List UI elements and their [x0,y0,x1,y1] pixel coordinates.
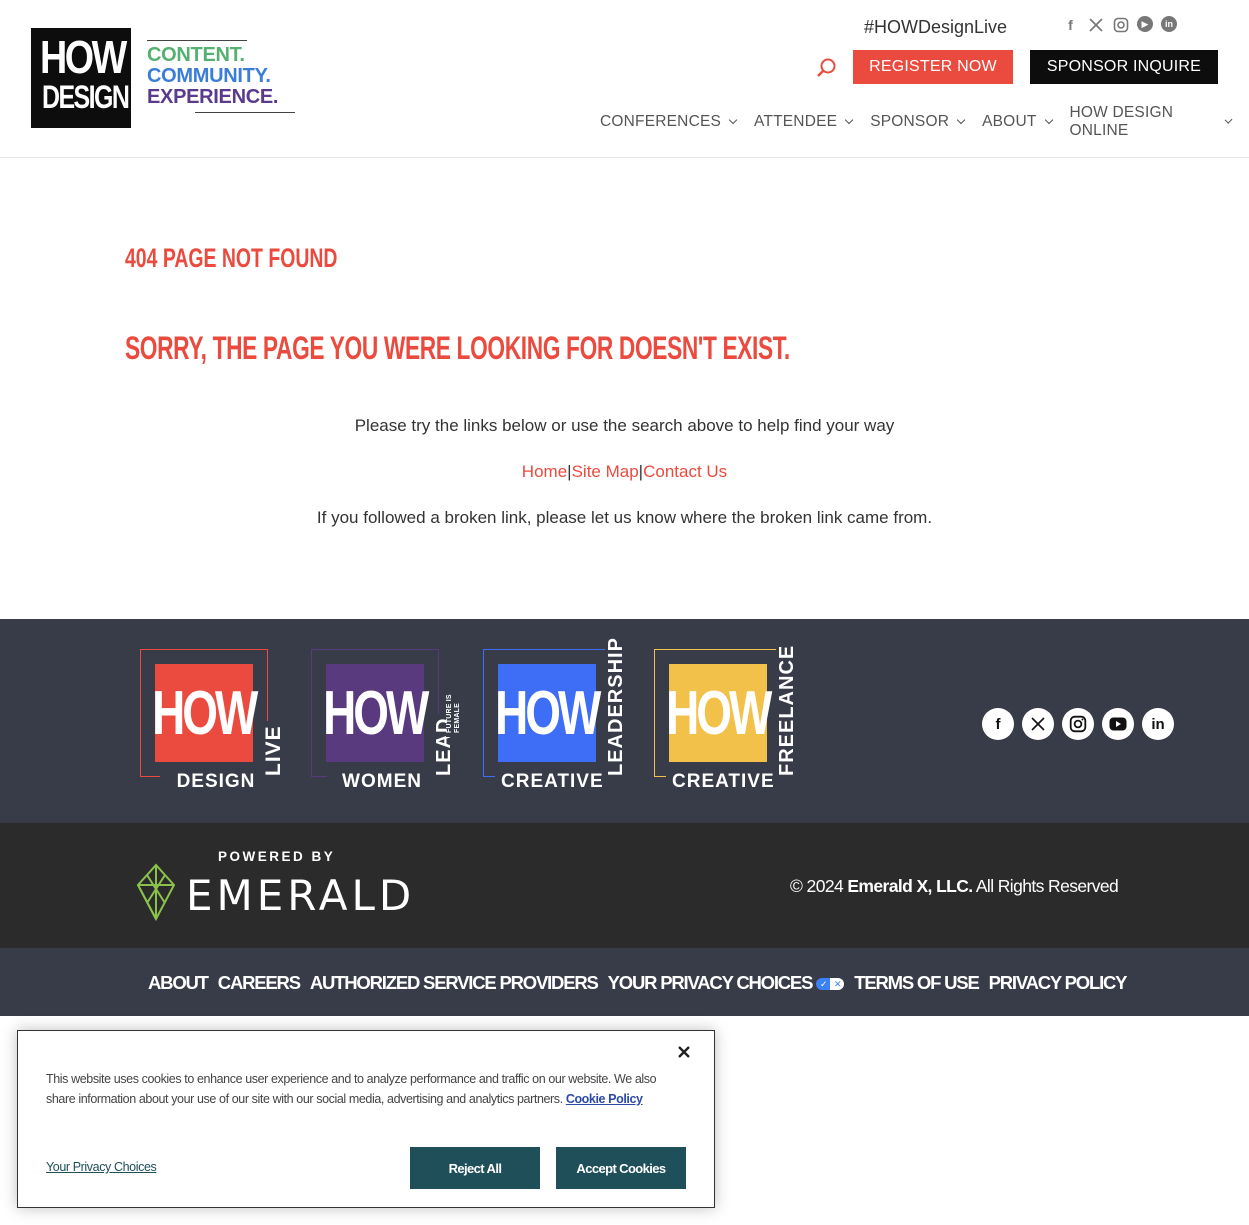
chevron-down-icon [956,115,966,125]
copyright-company: Emerald X, LLC. [847,876,973,896]
nav-label: ATTENDEE [754,113,838,130]
nav-label: ABOUT [982,113,1037,130]
broken-link-text: If you followed a broken link, please le… [316,508,933,527]
site-header: HOW DESIGN CONTENT. COMMUNITY. EXPERIENC… [0,0,1249,158]
brand-bottom-label: WOMEN [327,771,437,793]
tagline-content: CONTENT. [147,44,245,66]
x-icon[interactable] [1087,16,1104,33]
reject-all-button[interactable]: Reject All [410,1147,540,1189]
powered-by-footer: POWERED BY EMERALD © 2024 Emerald X, LLC… [0,823,1249,948]
logo-line-2: DESIGN [42,79,130,115]
tagline-community: COMMUNITY. [147,65,271,87]
nav-attendee[interactable]: ATTENDEE [754,104,854,140]
nav-label: HOW DESIGN ONLINE [1069,104,1174,139]
x-icon[interactable] [1022,708,1054,740]
nav-label: SPONSOR [870,113,950,130]
nav-sponsor[interactable]: SPONSOR [870,104,966,140]
how-women-lead-logo[interactable]: HOW WOMEN LEAD FUTURE IS FEMALE [311,649,471,799]
search-icon[interactable] [815,57,837,79]
accept-cookies-button[interactable]: Accept Cookies [556,1147,686,1189]
register-now-button[interactable]: REGISTER NOW [853,50,1013,84]
how-design-logo[interactable]: HOW DESIGN [31,28,131,128]
brand-square: HOW [323,664,430,762]
cookie-message: This website uses cookies to enhance use… [46,1072,657,1106]
close-icon[interactable] [677,1042,693,1060]
emerald-mark-icon [136,863,176,921]
brand-bottom-label: CREATIVE [666,771,776,793]
brand-square: HOW [666,664,773,762]
contact-us-link[interactable]: Contact Us [643,462,727,481]
linkedin-icon[interactable]: in [1142,708,1174,740]
cookie-text: This website uses cookies to enhance use… [46,1069,686,1109]
brand-side-label: FREELANCE [776,640,799,780]
home-link[interactable]: Home [522,462,567,481]
brand-square: HOW [152,664,259,762]
how-creative-leadership-logo[interactable]: HOW CREATIVE LEADERSHIP [483,633,643,799]
cookie-policy-link[interactable]: Cookie Policy [566,1092,643,1106]
page-title: 404 PAGE NOT FOUND [125,243,338,273]
copyright-text: © 2024 Emerald X, LLC. All Rights Reserv… [790,876,1119,897]
header-social-links: f ▶ in [1062,16,1177,33]
your-privacy-choices-link[interactable]: Your Privacy Choices [46,1160,157,1174]
linkedin-icon[interactable]: in [1161,16,1177,32]
how-creative-freelance-logo[interactable]: HOW CREATIVE FREELANCE [654,640,814,799]
facebook-icon[interactable]: f [1062,16,1079,33]
chevron-down-icon [844,115,854,125]
help-text: Please try the links below or use the se… [354,416,895,435]
footer-careers-link[interactable]: CAREERS [218,972,301,994]
privacy-choices-label: YOUR PRIVACY CHOICES [607,972,814,993]
brand-side-label: LEADERSHIP [605,633,628,780]
footer-privacy-policy-link[interactable]: PRIVACY POLICY [989,972,1128,994]
sponsor-inquire-button[interactable]: SPONSOR INQUIRE [1030,50,1218,84]
how-design-live-logo[interactable]: HOW DESIGN LIVE [140,649,300,799]
footer-social-links: f in [982,708,1174,740]
brand-side-small-label: FUTURE IS FEMALE [446,681,462,737]
legal-footer: ABOUT CAREERS AUTHORIZED SERVICE PROVIDE… [0,948,1249,1016]
site-map-link[interactable]: Site Map [572,462,639,481]
chevron-down-icon [1224,115,1233,125]
error-subheading: SORRY, THE PAGE YOU WERE LOOKING FOR DOE… [125,330,790,366]
nav-about[interactable]: ABOUT [982,104,1053,140]
nav-conferences[interactable]: CONFERENCES [600,104,738,140]
instagram-icon[interactable] [1112,16,1129,33]
footer-privacy-choices-link[interactable]: YOUR PRIVACY CHOICES ✓ ✕ [608,972,845,994]
facebook-icon[interactable]: f [982,708,1014,740]
cookie-banner: This website uses cookies to enhance use… [17,1030,715,1208]
main-nav: CONFERENCES ATTENDEE SPONSOR ABOUT HOW D… [600,104,1249,140]
copyright-suffix: All Rights Reserved [972,876,1119,896]
youtube-icon[interactable] [1102,708,1134,740]
footer-about-link[interactable]: ABOUT [148,972,209,994]
brand-bottom-label: DESIGN [160,771,272,793]
nav-how-design-online[interactable]: HOW DESIGN ONLINE [1069,104,1233,140]
brand-side-label: LIVE [262,721,286,780]
brand-bottom-label: CREATIVE [495,771,605,793]
logo-line-1: HOW [40,31,127,83]
instagram-icon[interactable] [1062,708,1094,740]
youtube-icon[interactable]: ▶ [1137,16,1153,32]
privacy-choices-icon: ✓ ✕ [816,978,845,991]
copyright-prefix: © 2024 [790,876,848,896]
emerald-wordmark[interactable]: EMERALD [186,871,415,920]
nav-label: CONFERENCES [600,113,722,130]
footer-authorized-service-providers-link[interactable]: AUTHORIZED SERVICE PROVIDERS [310,972,599,994]
chevron-down-icon [1044,115,1053,125]
help-links: Home|Site Map|Contact Us [0,462,1249,482]
hashtag-link[interactable]: #HOWDesignLive [864,17,1007,38]
powered-by-label: POWERED BY [218,849,336,864]
chevron-down-icon [728,115,738,125]
brands-footer: HOW DESIGN LIVE HOW WOMEN LEAD FUTURE IS… [0,619,1249,823]
tagline-experience: EXPERIENCE. [147,86,279,108]
footer-terms-of-use-link[interactable]: TERMS OF USE [854,972,980,994]
tagline: CONTENT. COMMUNITY. EXPERIENCE. [147,40,295,113]
brand-square: HOW [495,664,602,762]
legal-links: ABOUT CAREERS AUTHORIZED SERVICE PROVIDE… [148,972,1128,994]
